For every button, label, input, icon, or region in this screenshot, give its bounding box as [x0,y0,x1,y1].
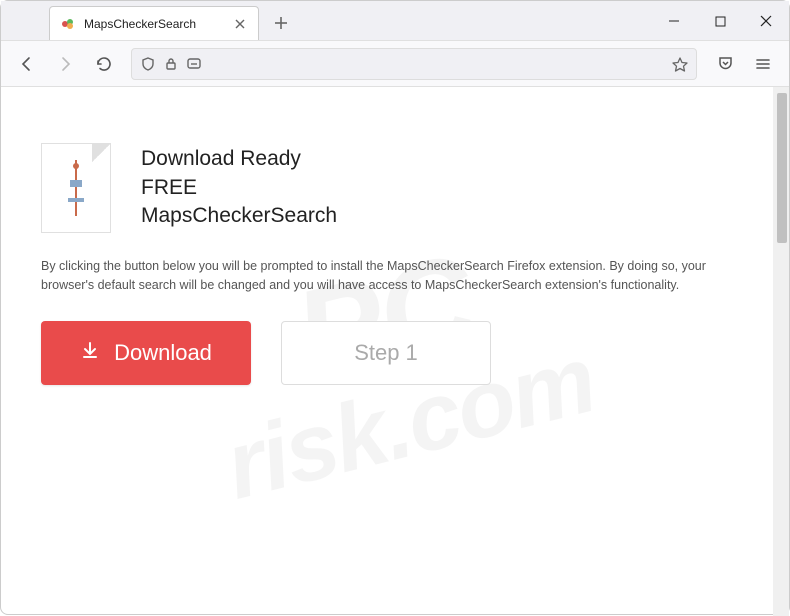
shield-icon[interactable] [140,56,156,72]
titlebar: MapsCheckerSearch [1,1,789,41]
lock-icon[interactable] [164,57,178,71]
address-bar[interactable] [131,48,697,80]
button-row: Download Step 1 [41,321,733,385]
content-area: PC risk.com Download Ready FREE MapsChec… [1,87,789,616]
back-button[interactable] [11,48,43,80]
download-button[interactable]: Download [41,321,251,385]
browser-toolbar [1,41,789,87]
forward-button[interactable] [49,48,81,80]
header-row: Download Ready FREE MapsCheckerSearch [41,143,733,233]
bookmark-icon[interactable] [672,56,688,72]
step-button-label: Step 1 [354,340,418,366]
heading-line-2: FREE [141,174,337,202]
window-controls [651,1,789,41]
scrollbar-track[interactable] [773,87,789,616]
heading-line-3: MapsCheckerSearch [141,202,337,230]
tab-title: MapsCheckerSearch [84,17,224,31]
description-text: By clicking the button below you will be… [41,257,721,295]
new-tab-button[interactable] [267,9,295,37]
close-window-button[interactable] [743,1,789,41]
pocket-icon[interactable] [709,48,741,80]
scrollbar-thumb[interactable] [777,93,787,243]
download-icon [80,340,100,366]
step-button[interactable]: Step 1 [281,321,491,385]
download-button-label: Download [114,340,212,366]
maximize-button[interactable] [697,1,743,41]
heading-line-1: Download Ready [141,145,337,173]
menu-button[interactable] [747,48,779,80]
tab-favicon [60,16,76,32]
permissions-icon[interactable] [186,56,202,72]
close-icon[interactable] [232,16,248,32]
file-icon [41,143,111,233]
page-content: Download Ready FREE MapsCheckerSearch By… [1,87,773,425]
headings: Download Ready FREE MapsCheckerSearch [141,145,337,230]
minimize-button[interactable] [651,1,697,41]
browser-tab[interactable]: MapsCheckerSearch [49,6,259,40]
reload-button[interactable] [87,48,119,80]
